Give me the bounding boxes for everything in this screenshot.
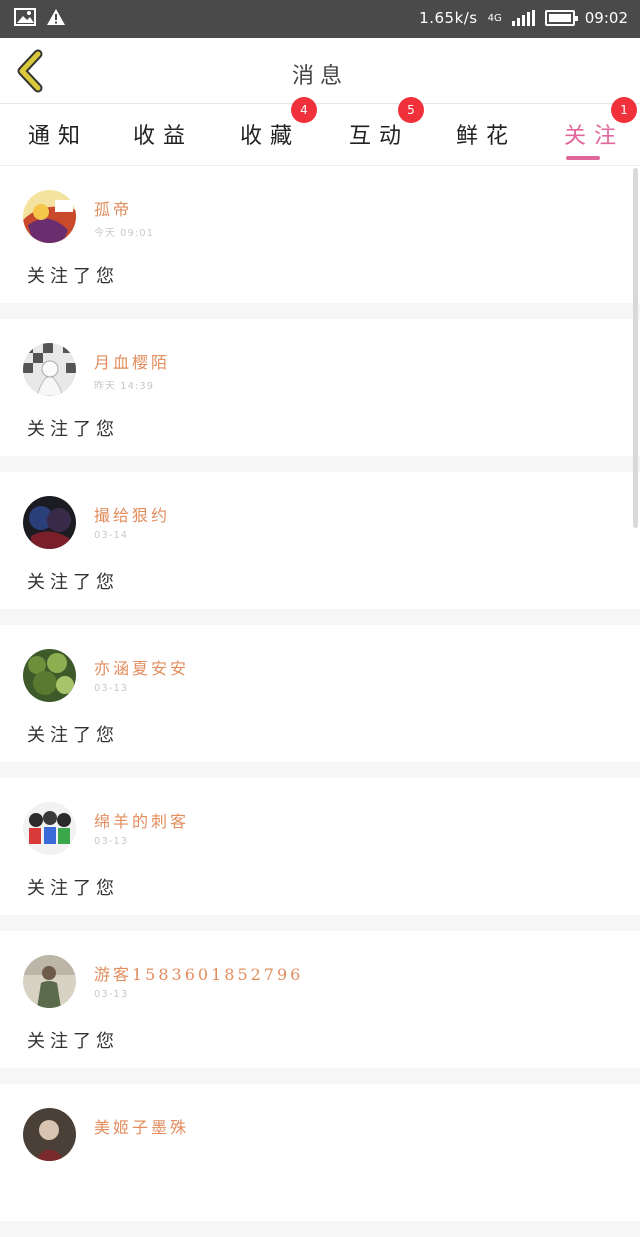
avatar[interactable]: [23, 190, 76, 243]
message-card[interactable]: 绵羊的刺客 03-13 关注了您: [0, 778, 640, 915]
username[interactable]: 美姬子墨殊: [94, 1114, 189, 1138]
message-text: 关注了您: [27, 1031, 119, 1052]
interactions-badge: 5: [398, 97, 424, 123]
timestamp: 今天 09:01: [94, 228, 154, 239]
warning-icon: [47, 9, 65, 25]
scrollbar[interactable]: [633, 168, 638, 528]
tab-label: 互动: [349, 124, 410, 149]
username[interactable]: 撮给狠约: [94, 502, 170, 526]
avatar[interactable]: [23, 496, 76, 549]
image-icon: [14, 8, 36, 26]
avatar[interactable]: [23, 1108, 76, 1161]
timestamp: 03-13: [94, 989, 129, 1000]
header: 消息: [0, 38, 640, 104]
tab-label: 收益: [133, 124, 194, 149]
avatar[interactable]: [23, 343, 76, 396]
message-card[interactable]: 月血樱陌 昨天 14:39 关注了您: [0, 319, 640, 456]
favorites-badge: 4: [291, 97, 317, 123]
tab-label: 通知: [28, 124, 89, 149]
message-text: 关注了您: [27, 572, 119, 593]
username[interactable]: 月血樱陌: [94, 349, 170, 373]
username[interactable]: 绵羊的刺客: [94, 808, 189, 832]
avatar[interactable]: [23, 649, 76, 702]
tab-earnings[interactable]: 收益: [133, 118, 193, 162]
network-speed: 1.65k/s: [419, 9, 478, 27]
timestamp: 昨天 14:39: [94, 381, 154, 392]
signal-icon: [511, 10, 535, 26]
avatar[interactable]: [23, 955, 76, 1008]
battery-icon: [544, 10, 578, 26]
active-tab-indicator: [566, 156, 600, 160]
username[interactable]: 游客1583601852796: [94, 961, 303, 985]
message-text: 关注了您: [27, 725, 119, 746]
tab-interactions[interactable]: 互动: [349, 118, 409, 162]
tab-label: 鲜花: [456, 124, 517, 149]
message-card[interactable]: 美姬子墨殊: [0, 1084, 640, 1221]
tab-favorites[interactable]: 收藏: [240, 118, 300, 162]
message-text: 关注了您: [27, 419, 119, 440]
username[interactable]: 孤帝: [94, 196, 132, 220]
message-text: 关注了您: [27, 266, 119, 287]
message-card[interactable]: 游客1583601852796 03-13 关注了您: [0, 931, 640, 1068]
message-text: 关注了您: [27, 878, 119, 899]
page-title: 消息: [291, 64, 348, 89]
message-card[interactable]: 撮给狠约 03-14 关注了您: [0, 472, 640, 609]
tab-flowers[interactable]: 鲜花: [456, 118, 516, 162]
message-card[interactable]: 亦涵夏安安 03-13 关注了您: [0, 625, 640, 762]
message-card[interactable]: 孤帝 今天 09:01 关注了您: [0, 166, 640, 303]
message-list[interactable]: 孤帝 今天 09:01 关注了您 月血樱陌 昨天 14:39 关注了您 撮给狠约…: [0, 166, 640, 1237]
tab-label: 收藏: [240, 124, 301, 149]
timestamp: 03-13: [94, 836, 129, 847]
tab-bar: 通知 收益 收藏 4 互动 5 鲜花 关注 1: [0, 97, 640, 166]
username[interactable]: 亦涵夏安安: [94, 655, 189, 679]
tab-following[interactable]: 关注: [564, 118, 624, 162]
tab-label: 关注: [564, 124, 625, 149]
timestamp: 03-13: [94, 683, 129, 694]
clock: 09:02: [584, 9, 628, 27]
tab-notifications[interactable]: 通知: [28, 118, 88, 162]
avatar[interactable]: [23, 802, 76, 855]
timestamp: 03-14: [94, 530, 129, 541]
following-badge: 1: [611, 97, 637, 123]
network-type: 4G: [487, 12, 502, 24]
status-bar: 1.65k/s 4G 09:02: [0, 0, 640, 38]
